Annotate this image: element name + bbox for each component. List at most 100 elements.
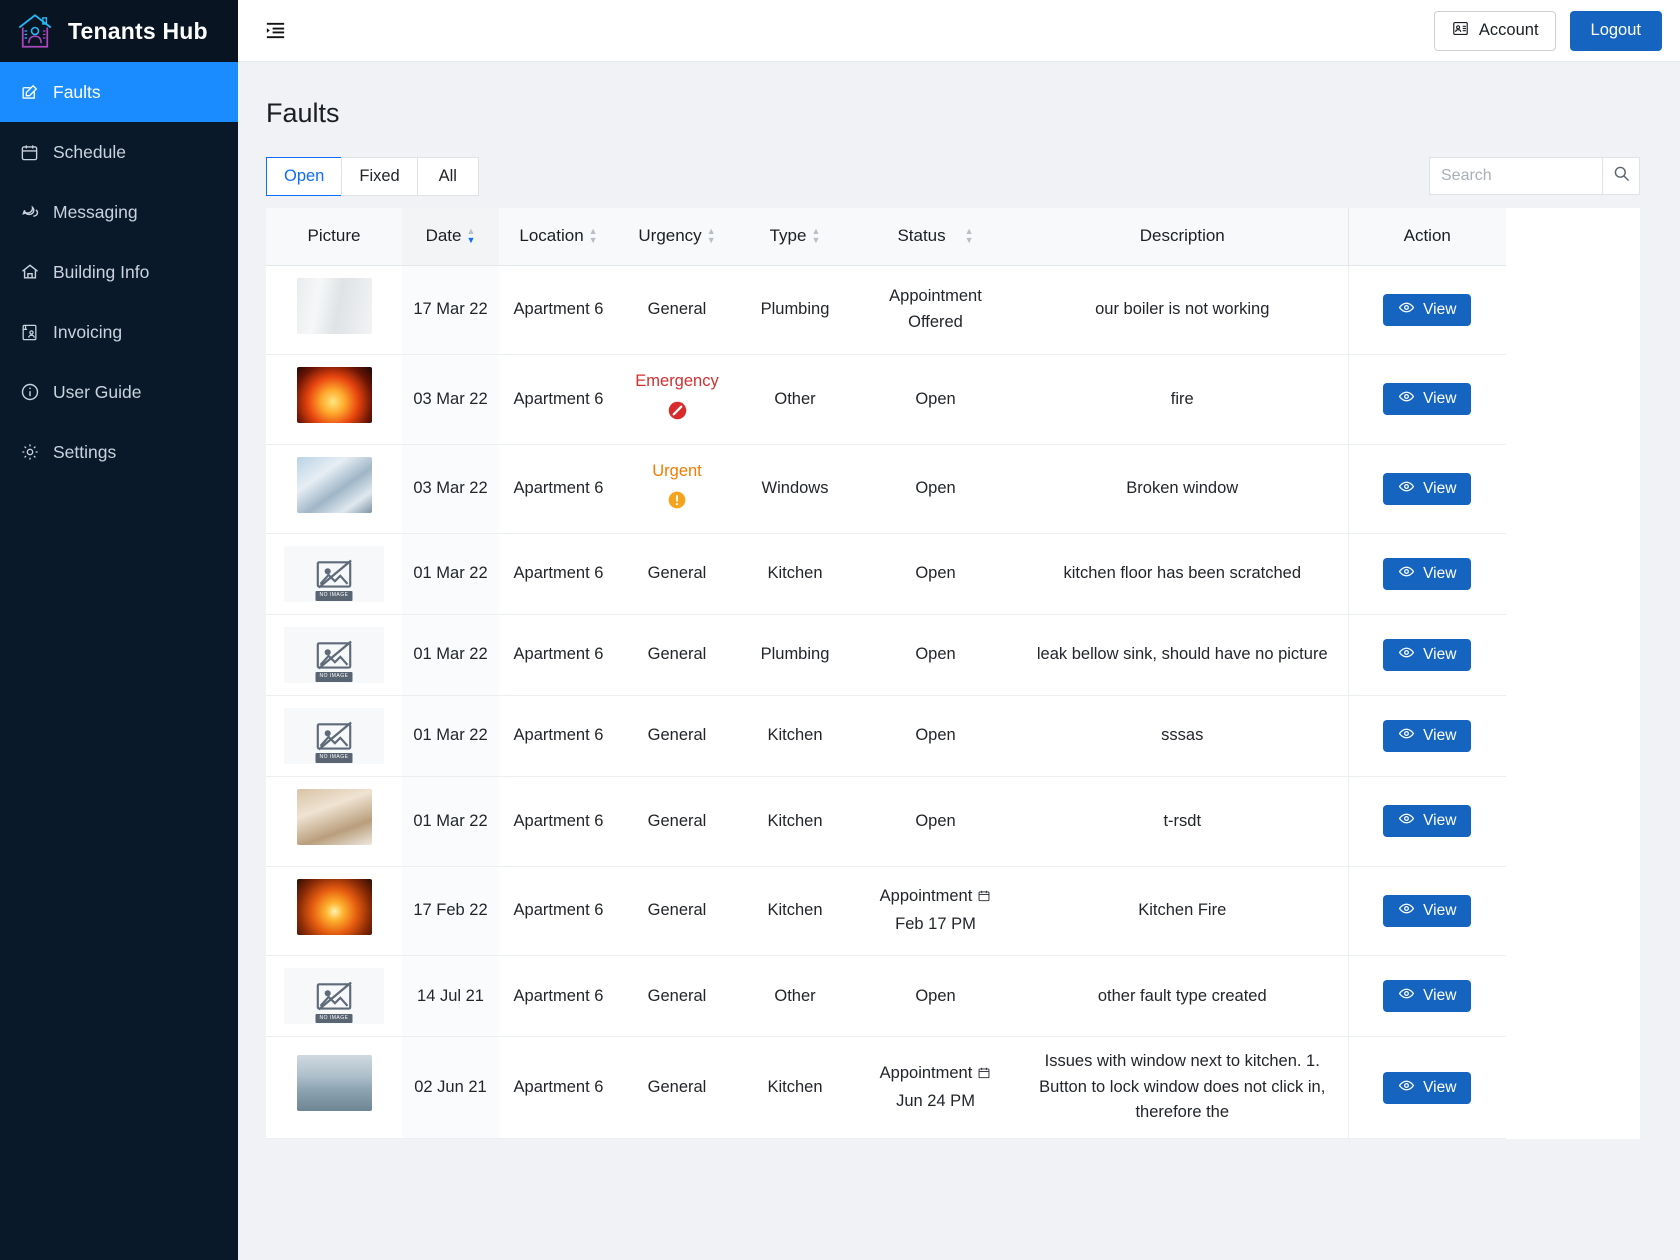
view-button[interactable]: View	[1383, 980, 1472, 1013]
table-row[interactable]: NO IMAGE 14 Jul 21 Apartment 6 General Other…	[266, 955, 1506, 1038]
sidebar-nav: Faults Schedule Messaging Building Info …	[0, 62, 238, 482]
fault-thumbnail[interactable]	[296, 367, 372, 424]
cell-type: Kitchen	[736, 776, 854, 867]
column-header-status[interactable]: Status ▲ ▼	[854, 208, 1017, 266]
cell-date: 02 Jun 21	[402, 1036, 499, 1139]
cell-status: Open	[854, 354, 1017, 445]
page-content: Faults Open Fixed All Search Picture Dat…	[238, 62, 1680, 1260]
sidebar-item-label: Faults	[53, 81, 101, 102]
logout-button[interactable]: Logout	[1569, 10, 1662, 51]
sidebar-item-building-info[interactable]: Building Info	[0, 242, 238, 302]
view-button-label: View	[1423, 479, 1457, 497]
sidebar-collapse-icon[interactable]	[258, 14, 292, 48]
sidebar-item-messaging[interactable]: Messaging	[0, 182, 238, 242]
view-button[interactable]: View	[1383, 383, 1472, 416]
fault-thumbnail[interactable]	[296, 277, 372, 334]
view-button-label: View	[1423, 727, 1457, 745]
cell-status: Open	[854, 776, 1017, 867]
table-row[interactable]: 01 Mar 22 Apartment 6 General Kitchen Open t-…	[266, 776, 1506, 867]
house-person-icon	[14, 10, 56, 52]
sort-indicator-urgency[interactable]: ▲ ▼	[707, 227, 716, 245]
table-row[interactable]: 03 Mar 22 Apartment 6 Urgent Windows Open Bro…	[266, 444, 1506, 535]
eye-icon	[1398, 563, 1415, 585]
fault-thumbnail[interactable]	[296, 1055, 372, 1112]
view-button[interactable]: View	[1383, 805, 1472, 838]
table-row[interactable]: 03 Mar 22 Apartment 6 Emergency Other Open fi…	[266, 354, 1506, 445]
view-button[interactable]: View	[1383, 472, 1472, 505]
view-button[interactable]: View	[1383, 558, 1472, 591]
table-header-row: Picture Date ▲ ▼ Location ▲ ▼ Urgency ▲ …	[266, 208, 1506, 266]
column-header-picture: Picture	[266, 208, 402, 266]
table-row[interactable]: 17 Mar 22 Apartment 6 General Plumbing Appoi…	[266, 265, 1506, 356]
table-row[interactable]: 02 Jun 21 Apartment 6 General Kitchen Appoin…	[266, 1036, 1506, 1139]
column-header-type[interactable]: Type ▲ ▼	[736, 208, 854, 266]
column-label: Urgency	[638, 226, 702, 246]
sidebar-item-label: Invoicing	[53, 321, 123, 342]
sort-indicator-status[interactable]: ▲ ▼	[965, 227, 974, 245]
eye-icon	[1398, 478, 1415, 500]
status-label: Appointment	[879, 887, 973, 906]
sidebar-item-user-guide[interactable]: User Guide	[0, 362, 238, 422]
eye-icon	[1398, 900, 1415, 922]
sidebar-item-invoicing[interactable]: Invoicing	[0, 302, 238, 362]
view-button-label: View	[1423, 565, 1457, 583]
cell-picture	[266, 354, 402, 445]
app-root: Tenants Hub Faults Schedule Messaging Bu…	[0, 0, 1680, 1260]
cell-description: t-rsdt	[1017, 776, 1349, 867]
cell-description: fire	[1017, 354, 1349, 445]
table-row[interactable]: 17 Feb 22 Apartment 6 General Kitchen Appoin…	[266, 866, 1506, 957]
toolbar: Open Fixed All	[266, 157, 1640, 196]
cell-location: Apartment 6	[499, 776, 618, 867]
account-button[interactable]: Account	[1433, 10, 1556, 51]
view-button[interactable]: View	[1383, 639, 1472, 672]
cell-action: View	[1348, 866, 1506, 957]
cell-date: 17 Mar 22	[402, 265, 499, 356]
column-header-location[interactable]: Location ▲ ▼	[499, 208, 618, 266]
fault-thumbnail[interactable]	[296, 878, 372, 935]
cell-picture	[266, 1036, 402, 1139]
tab-all[interactable]: All	[416, 157, 479, 196]
urgency-label: Emergency	[635, 372, 719, 391]
fault-thumbnail[interactable]	[296, 789, 372, 846]
eye-icon	[1398, 644, 1415, 666]
cell-urgency: General	[618, 695, 736, 778]
sort-indicator-type[interactable]: ▲ ▼	[811, 227, 820, 245]
cell-type: Kitchen	[736, 1036, 854, 1139]
table-row[interactable]: NO IMAGE 01 Mar 22 Apartment 6 General Kitch…	[266, 533, 1506, 616]
column-header-date[interactable]: Date ▲ ▼	[402, 208, 499, 266]
cell-date: 14 Jul 21	[402, 955, 499, 1038]
eye-icon	[1398, 388, 1415, 410]
urgency-label: General	[647, 726, 707, 745]
view-button[interactable]: View	[1383, 895, 1472, 928]
calendar-icon	[19, 142, 40, 163]
cell-status: Appointment Feb 17 PM	[854, 866, 1017, 957]
sort-indicator-date[interactable]: ▲ ▼	[467, 227, 476, 245]
sort-indicator-location[interactable]: ▲ ▼	[589, 227, 598, 245]
sidebar-item-faults[interactable]: Faults	[0, 62, 238, 122]
sidebar-item-schedule[interactable]: Schedule	[0, 122, 238, 182]
view-button[interactable]: View	[1383, 1071, 1472, 1104]
table-row[interactable]: NO IMAGE 01 Mar 22 Apartment 6 General Kitch…	[266, 695, 1506, 778]
home-icon	[19, 262, 40, 283]
view-button-label: View	[1423, 300, 1457, 318]
appointment-datetime: Jun 24 PM	[896, 1091, 975, 1110]
view-button[interactable]: View	[1383, 293, 1472, 326]
sidebar-item-settings[interactable]: Settings	[0, 422, 238, 482]
column-header-urgency[interactable]: Urgency ▲ ▼	[618, 208, 736, 266]
fault-thumbnail[interactable]	[296, 456, 372, 513]
search-button[interactable]	[1602, 157, 1640, 195]
cell-status: Open	[854, 444, 1017, 535]
search-input[interactable]	[1429, 157, 1602, 195]
sidebar-item-label: User Guide	[53, 381, 142, 402]
cell-action: View	[1348, 776, 1506, 867]
tab-open[interactable]: Open	[266, 157, 342, 196]
view-button[interactable]: View	[1383, 720, 1472, 753]
cell-location: Apartment 6	[499, 533, 618, 616]
sidebar-item-label: Settings	[53, 441, 117, 462]
search-group	[1429, 157, 1640, 195]
id-card-icon	[1451, 19, 1470, 43]
eye-icon	[1398, 810, 1415, 832]
tab-fixed[interactable]: Fixed	[341, 157, 417, 196]
cell-status: Open	[854, 533, 1017, 616]
table-row[interactable]: NO IMAGE 01 Mar 22 Apartment 6 General Plumb…	[266, 614, 1506, 697]
